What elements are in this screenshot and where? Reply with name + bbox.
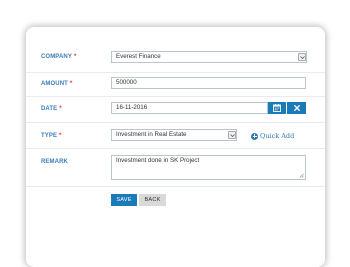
- form-card: COMPANY * Everest Finance AMOUNT * 500000 …: [26, 27, 325, 267]
- amount-row: AMOUNT * 500000: [26, 72, 325, 97]
- remark-textarea[interactable]: Investment done in SK Project: [111, 155, 306, 180]
- back-button[interactable]: BACK: [139, 194, 166, 206]
- chevron-down-icon[interactable]: [228, 131, 236, 139]
- date-label: DATE *: [41, 106, 62, 112]
- clear-date-button[interactable]: [287, 102, 306, 114]
- type-select[interactable]: Investment in Real Estate: [111, 129, 237, 141]
- required-marker: *: [59, 133, 62, 139]
- plus-circle-icon: [251, 132, 258, 140]
- date-row: DATE * 16-11-2016: [26, 96, 325, 123]
- company-row: COMPANY * Everest Finance: [26, 27, 325, 73]
- type-label: TYPE *: [41, 133, 62, 139]
- company-label: COMPANY *: [41, 54, 77, 60]
- close-icon: [293, 105, 300, 111]
- calendar-icon: [273, 104, 281, 112]
- quick-add-link[interactable]: Quick Add: [251, 132, 294, 140]
- resize-handle-icon[interactable]: [299, 173, 304, 178]
- date-input[interactable]: 16-11-2016: [111, 102, 268, 114]
- save-button[interactable]: SAVE: [111, 194, 137, 206]
- calendar-button[interactable]: [268, 102, 286, 114]
- amount-label: AMOUNT *: [41, 81, 73, 87]
- amount-input[interactable]: 500000: [111, 77, 306, 89]
- required-marker: *: [69, 81, 73, 87]
- page: COMPANY * Everest Finance AMOUNT * 500000 …: [0, 0, 350, 267]
- company-select[interactable]: Everest Finance: [111, 51, 307, 63]
- required-marker: *: [59, 106, 62, 112]
- required-marker: *: [73, 54, 77, 60]
- chevron-down-icon[interactable]: [298, 53, 306, 61]
- remark-label: REMARK: [41, 159, 68, 165]
